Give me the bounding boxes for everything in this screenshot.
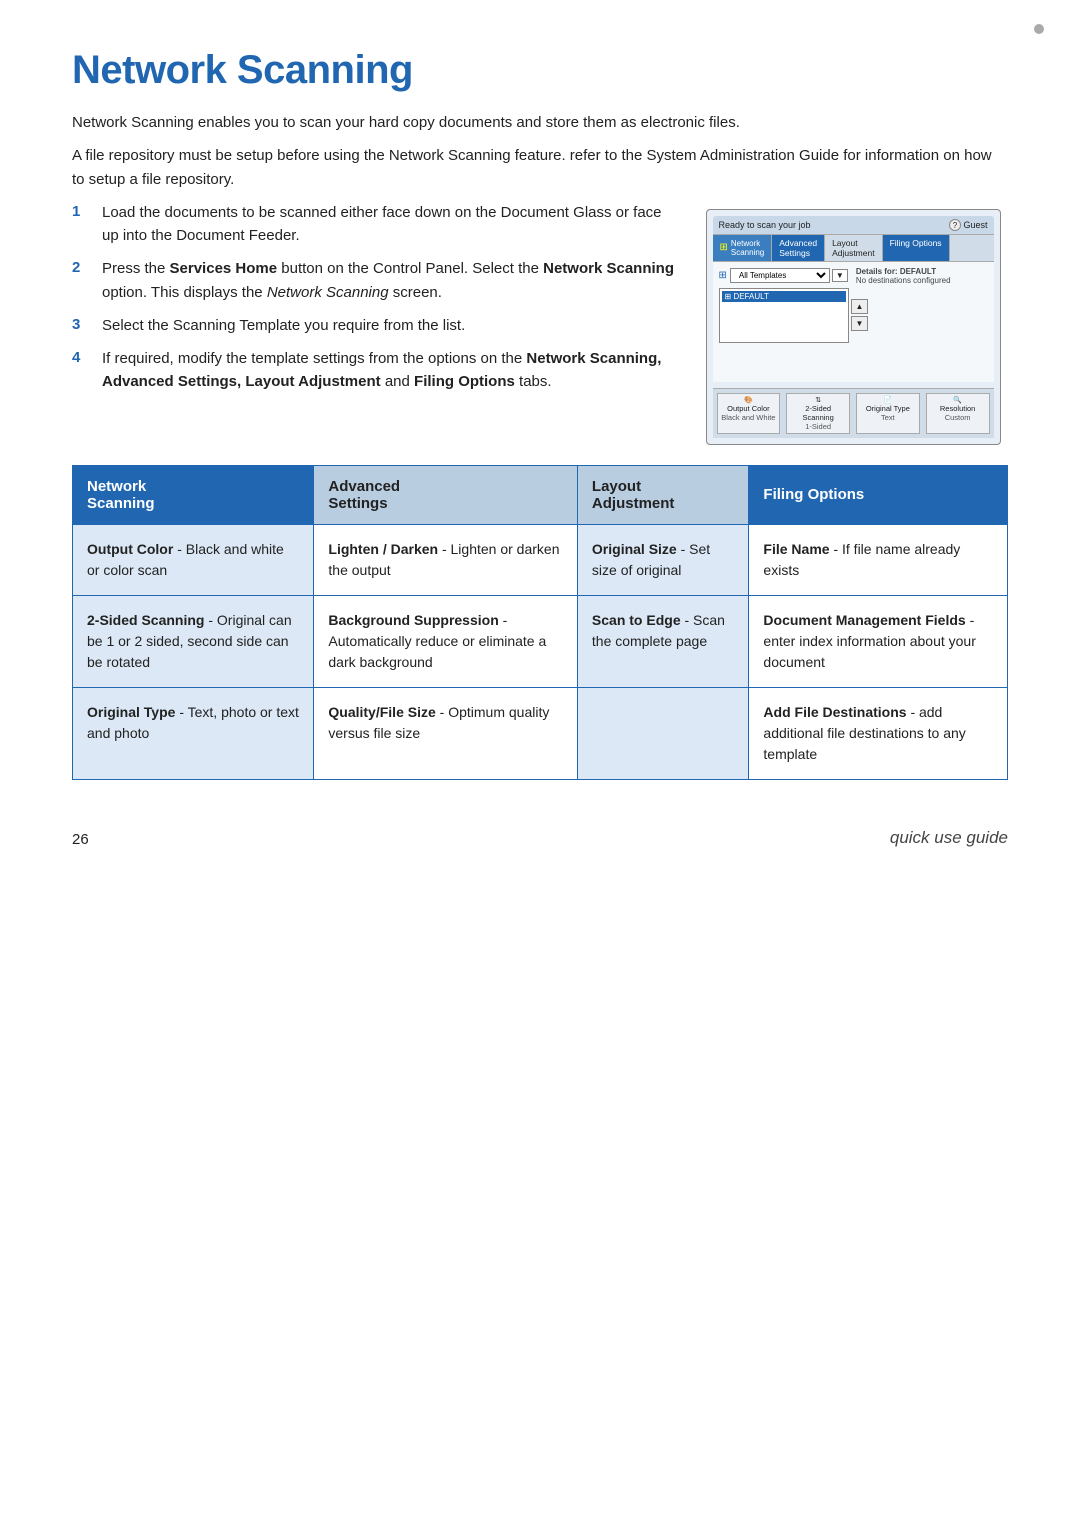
cell-original-type: Original Type - Text, photo or text and …: [73, 687, 314, 779]
file-name-title: File Name: [763, 541, 829, 557]
intro-paragraph-1: Network Scanning enables you to scan you…: [72, 111, 1008, 134]
device-default-item[interactable]: ⊞ DEFAULT: [722, 291, 846, 302]
quality-file-size-title: Quality/File Size: [328, 704, 435, 720]
corner-decoration: [1034, 24, 1044, 34]
cell-lighten-darken: Lighten / Darken - Lighten or darken the…: [314, 524, 578, 595]
template-icon: ⊞: [719, 270, 727, 281]
device-scroll-buttons: ▲ ▼: [851, 299, 869, 331]
table-header-network: NetworkScanning: [73, 465, 314, 524]
network-tab-icon: ⊞: [720, 242, 728, 253]
cell-background-suppression: Background Suppression - Automatically r…: [314, 595, 578, 687]
step-text-4: If required, modify the template setting…: [102, 347, 680, 394]
add-file-destinations-title: Add File Destinations: [763, 704, 906, 720]
scan-to-edge-title: Scan to Edge: [592, 612, 681, 628]
step-num-2: 2: [72, 259, 96, 276]
cell-file-name: File Name - If file name already exists: [749, 524, 1008, 595]
device-body: ⊞ All Templates ▼ Details for: DEFAULT N…: [713, 262, 994, 382]
device-info-text: No destinations configured: [856, 276, 988, 285]
step-num-1: 1: [72, 203, 96, 220]
page-number: 26: [72, 831, 89, 848]
steps-list: 1 Load the documents to be scanned eithe…: [72, 201, 698, 445]
resolution-icon: 🔍: [930, 396, 986, 404]
cell-scan-to-edge: Scan to Edge - Scan the complete page: [577, 595, 749, 687]
resolution-label: Resolution: [930, 404, 986, 413]
guest-icon: ?: [949, 219, 961, 231]
cell-original-size: Original Size - Set size of original: [577, 524, 749, 595]
output-color-icon: 🎨: [721, 396, 777, 404]
device-template-row: ⊞ All Templates ▼ Details for: DEFAULT N…: [719, 267, 988, 285]
twosided-value: 1-Sided: [790, 422, 846, 431]
scroll-up-button[interactable]: ▲: [851, 299, 869, 314]
device-footer-original-type[interactable]: 📄 Original Type Text: [856, 393, 920, 434]
step-num-4: 4: [72, 349, 96, 366]
background-suppression-title: Background Suppression: [328, 612, 498, 628]
page-title: Network Scanning: [72, 48, 1008, 93]
resolution-value: Custom: [930, 413, 986, 422]
twosided-label: 2-Sided Scanning: [790, 404, 846, 422]
device-tab-filing[interactable]: Filing Options: [883, 235, 950, 261]
device-tab-layout[interactable]: LayoutAdjustment: [825, 235, 883, 261]
device-footer-2sided[interactable]: ⇅ 2-Sided Scanning 1-Sided: [786, 393, 850, 434]
original-type-title: Original Type: [87, 704, 175, 720]
device-screenshot: Ready to scan your job ? Guest ⊞ Network…: [698, 201, 1008, 445]
step-3: 3 Select the Scanning Template you requi…: [72, 314, 680, 337]
table-header-layout: LayoutAdjustment: [577, 465, 749, 524]
original-size-title: Original Size: [592, 541, 677, 557]
device-info-title: Details for: DEFAULT: [856, 267, 988, 276]
step-text-2: Press the Services Home button on the Co…: [102, 257, 680, 304]
step-1: 1 Load the documents to be scanned eithe…: [72, 201, 680, 248]
device-template-list[interactable]: ⊞ DEFAULT: [719, 288, 849, 343]
device-footer-output-color[interactable]: 🎨 Output Color Black and White: [717, 393, 781, 434]
page-footer: 26 quick use guide: [72, 828, 1008, 848]
intro-paragraph-2: A file repository must be setup before u…: [72, 144, 1008, 191]
table-header-filing: Filing Options: [749, 465, 1008, 524]
device-tab-advanced[interactable]: AdvancedSettings: [772, 235, 825, 261]
document-management-title: Document Management Fields: [763, 612, 965, 628]
scroll-down-button[interactable]: ▼: [851, 316, 869, 331]
original-type-icon: 📄: [860, 396, 916, 404]
cell-document-management: Document Management Fields - enter index…: [749, 595, 1008, 687]
device-ui-image: Ready to scan your job ? Guest ⊞ Network…: [706, 209, 1001, 445]
device-info-box: Details for: DEFAULT No destinations con…: [856, 267, 988, 285]
device-footer-resolution[interactable]: 🔍 Resolution Custom: [926, 393, 990, 434]
original-type-value: Text: [860, 413, 916, 422]
original-type-label: Original Type: [860, 404, 916, 413]
device-tabs: ⊞ NetworkScanning AdvancedSettings Layou…: [713, 235, 994, 262]
twosided-icon: ⇅: [790, 396, 846, 404]
cell-add-file-destinations: Add File Destinations - add additional f…: [749, 687, 1008, 779]
page-container: Network Scanning Network Scanning enable…: [0, 0, 1080, 908]
device-top-bar: Ready to scan your job ? Guest: [713, 216, 994, 235]
dropdown-arrow-icon[interactable]: ▼: [832, 269, 848, 282]
guide-label: quick use guide: [890, 828, 1008, 848]
device-user: ? Guest: [949, 219, 988, 231]
output-color-title: Output Color: [87, 541, 173, 557]
device-status: Ready to scan your job: [719, 220, 811, 230]
table-row: Original Type - Text, photo or text and …: [73, 687, 1008, 779]
step-4: 4 If required, modify the template setti…: [72, 347, 680, 394]
2sided-title: 2-Sided Scanning: [87, 612, 204, 628]
table-row: Output Color - Black and white or color …: [73, 524, 1008, 595]
table-row: 2-Sided Scanning - Original can be 1 or …: [73, 595, 1008, 687]
device-list-row: ⊞ DEFAULT ▲ ▼: [719, 288, 988, 343]
table-header-advanced: AdvancedSettings: [314, 465, 578, 524]
cell-layout-empty: [577, 687, 749, 779]
output-color-value: Black and White: [721, 413, 777, 422]
step-2: 2 Press the Services Home button on the …: [72, 257, 680, 304]
steps-section: 1 Load the documents to be scanned eithe…: [72, 201, 1008, 445]
lighten-darken-title: Lighten / Darken: [328, 541, 438, 557]
device-template-select[interactable]: All Templates: [730, 268, 830, 283]
table-header-row: NetworkScanning AdvancedSettings LayoutA…: [73, 465, 1008, 524]
cell-output-color: Output Color - Black and white or color …: [73, 524, 314, 595]
features-table: NetworkScanning AdvancedSettings LayoutA…: [72, 465, 1008, 780]
step-text-3: Select the Scanning Template you require…: [102, 314, 465, 337]
cell-2sided-scanning: 2-Sided Scanning - Original can be 1 or …: [73, 595, 314, 687]
step-num-3: 3: [72, 316, 96, 333]
step-text-1: Load the documents to be scanned either …: [102, 201, 680, 248]
output-color-label: Output Color: [721, 404, 777, 413]
device-tab-network[interactable]: ⊞ NetworkScanning: [713, 235, 773, 261]
device-footer: 🎨 Output Color Black and White ⇅ 2-Sided…: [713, 388, 994, 438]
cell-quality-file-size: Quality/File Size - Optimum quality vers…: [314, 687, 578, 779]
